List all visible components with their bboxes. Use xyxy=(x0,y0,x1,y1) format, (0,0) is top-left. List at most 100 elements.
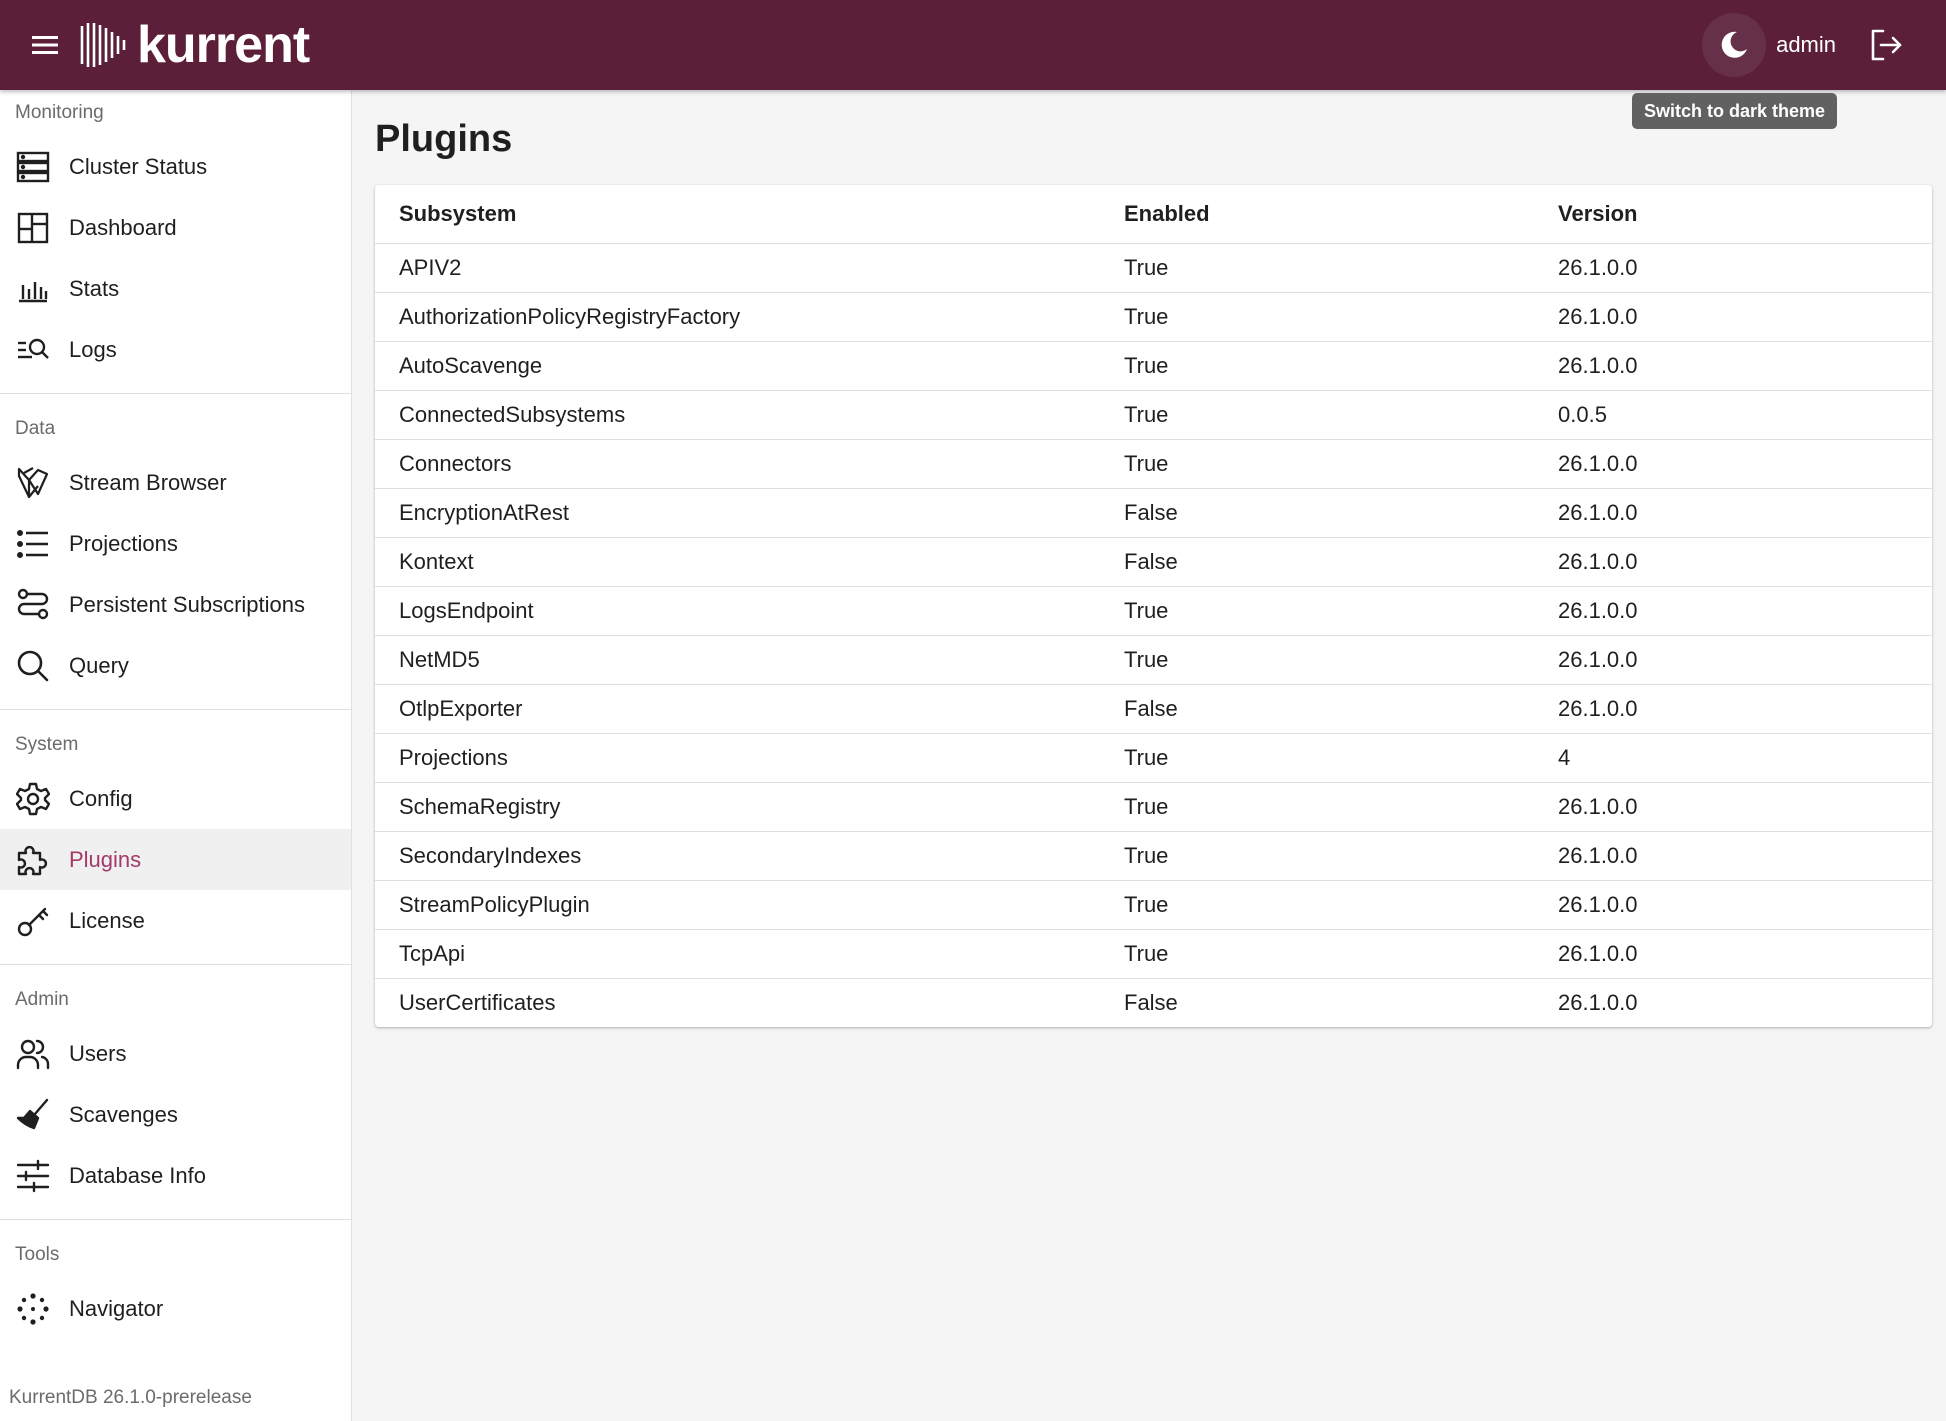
sidebar-item-label: Scavenges xyxy=(69,1101,178,1127)
username[interactable]: admin xyxy=(1776,32,1836,58)
sidebar-item-label: Logs xyxy=(69,336,117,362)
section-data: Data xyxy=(15,418,56,439)
table-header-row: Subsystem Enabled Version xyxy=(375,185,1932,244)
cell-version: 26.1.0.0 xyxy=(1534,586,1932,636)
cell-subsystem: OtlpExporter xyxy=(375,684,1100,734)
sidebar-item-label: Dashboard xyxy=(69,214,177,240)
section-monitoring: Monitoring xyxy=(15,102,104,123)
table-row: ConnectedSubsystems True 0.0.5 xyxy=(375,390,1932,440)
log-search-icon xyxy=(15,332,51,368)
table-row: AuthorizationPolicyRegistryFactory True 26… xyxy=(375,292,1932,342)
users-icon xyxy=(15,1036,51,1072)
cell-version: 26.1.0.0 xyxy=(1534,880,1932,930)
cell-version: 4 xyxy=(1534,733,1932,783)
kurrent-logo[interactable]: kurrent xyxy=(79,0,310,90)
sidebar-item-logs[interactable]: Logs xyxy=(0,319,351,380)
sidebar-item-navigator[interactable]: Navigator xyxy=(0,1278,351,1339)
sidebar-item-plugins[interactable]: Plugins xyxy=(0,829,351,890)
cell-version: 0.0.5 xyxy=(1534,390,1932,440)
cell-enabled: True xyxy=(1100,586,1534,636)
cell-version: 26.1.0.0 xyxy=(1534,341,1932,391)
sidebar-item-label: Persistent Subscriptions xyxy=(69,591,305,617)
search-icon xyxy=(15,648,51,684)
cell-subsystem: SecondaryIndexes xyxy=(375,831,1100,881)
cell-enabled: False xyxy=(1100,488,1534,538)
table-row: Projections True 4 xyxy=(375,733,1932,783)
sidebar-item-dashboard[interactable]: Dashboard xyxy=(0,197,351,258)
sidebar-item-label: Plugins xyxy=(69,846,142,872)
cell-subsystem: Projections xyxy=(375,733,1100,783)
bar-chart-icon xyxy=(15,271,51,307)
cell-subsystem: EncryptionAtRest xyxy=(375,488,1100,538)
sidebar-item-config[interactable]: Config xyxy=(0,768,351,829)
theme-toggle-button[interactable] xyxy=(1702,13,1767,77)
logout-icon xyxy=(1871,29,1902,61)
cell-subsystem: AutoScavenge xyxy=(375,341,1100,391)
logout-button[interactable] xyxy=(1864,23,1908,67)
cell-enabled: True xyxy=(1100,439,1534,489)
sidebar-item-scavenges[interactable]: Scavenges xyxy=(0,1084,351,1145)
cell-enabled: True xyxy=(1100,292,1534,342)
sidebar-item-label: Stream Browser xyxy=(69,469,227,495)
sidebar-item-cluster-status[interactable]: Cluster Status xyxy=(0,136,351,197)
sidebar-item-license[interactable]: License xyxy=(0,890,351,951)
server-icon xyxy=(15,149,51,185)
sidebar-item-stream-browser[interactable]: Stream Browser xyxy=(0,452,351,513)
section-tools: Tools xyxy=(15,1244,60,1265)
cell-subsystem: APIV2 xyxy=(375,243,1100,293)
cell-subsystem: NetMD5 xyxy=(375,635,1100,685)
sidebar-item-projections[interactable]: Projections xyxy=(0,513,351,574)
cell-enabled: True xyxy=(1100,243,1534,293)
table-row: LogsEndpoint True 26.1.0.0 xyxy=(375,586,1932,636)
sidebar-item-label: Database Info xyxy=(69,1162,206,1188)
sidebar-item-stats[interactable]: Stats xyxy=(0,258,351,319)
cell-version: 26.1.0.0 xyxy=(1534,488,1932,538)
logo-mark-icon xyxy=(80,23,126,67)
cell-subsystem: AuthorizationPolicyRegistryFactory xyxy=(375,292,1100,342)
table-row: AutoScavenge True 26.1.0.0 xyxy=(375,341,1932,391)
sidebar-item-label: Navigator xyxy=(69,1295,164,1321)
section-admin: Admin xyxy=(15,989,69,1010)
puzzle-icon xyxy=(15,842,51,878)
cell-subsystem: UserCertificates xyxy=(399,989,556,1015)
sidebar-divider xyxy=(0,393,351,394)
table-row: APIV2 True 26.1.0.0 xyxy=(375,243,1932,293)
dashboard-icon xyxy=(15,210,51,246)
cell-version: 26.1.0.0 xyxy=(1534,929,1932,979)
cell-subsystem: StreamPolicyPlugin xyxy=(375,880,1100,930)
table-row: StreamPolicyPlugin True 26.1.0.0 xyxy=(375,880,1932,930)
sidebar-item-query[interactable]: Query xyxy=(0,635,351,696)
sidebar-item-users[interactable]: Users xyxy=(0,1023,351,1084)
gear-icon xyxy=(15,781,51,817)
table-row: OtlpExporter False 26.1.0.0 xyxy=(375,684,1932,734)
cell-version: 26.1.0.0 xyxy=(1534,635,1932,685)
cell-enabled: True xyxy=(1100,831,1534,881)
key-icon xyxy=(15,903,51,939)
cell-version: 26.1.0.0 xyxy=(1534,684,1932,734)
sidebar-item-persistent-subscriptions[interactable]: Persistent Subscriptions xyxy=(0,574,351,635)
cell-version: 26.1.0.0 xyxy=(1558,989,1638,1015)
sliders-icon xyxy=(15,1158,51,1194)
route-icon xyxy=(15,587,51,623)
cell-enabled: True xyxy=(1100,341,1534,391)
table-row: TcpApi True 26.1.0.0 xyxy=(375,929,1932,979)
cell-version: 26.1.0.0 xyxy=(1534,292,1932,342)
column-header-subsystem: Subsystem xyxy=(375,185,1100,244)
cell-subsystem: Kontext xyxy=(375,537,1100,587)
brand-name: kurrent xyxy=(137,16,310,74)
sidebar-item-database-info[interactable]: Database Info xyxy=(0,1145,351,1206)
table-row: SecondaryIndexes True 26.1.0.0 xyxy=(375,831,1932,881)
sidebar-item-label: Projections xyxy=(69,530,178,556)
column-header-version: Version xyxy=(1534,185,1932,244)
cell-enabled: False xyxy=(1124,989,1178,1015)
cell-version: 26.1.0.0 xyxy=(1534,243,1932,293)
page-title: Plugins xyxy=(375,118,513,160)
navigator-icon xyxy=(15,1291,51,1327)
stream-icon xyxy=(15,465,51,501)
sidebar-divider xyxy=(0,964,351,965)
cell-version: 26.1.0.0 xyxy=(1534,831,1932,881)
list-icon xyxy=(15,526,51,562)
menu-icon[interactable] xyxy=(23,23,67,67)
sidebar-item-label: Stats xyxy=(69,275,120,301)
sidebar-item-label: License xyxy=(69,907,145,933)
